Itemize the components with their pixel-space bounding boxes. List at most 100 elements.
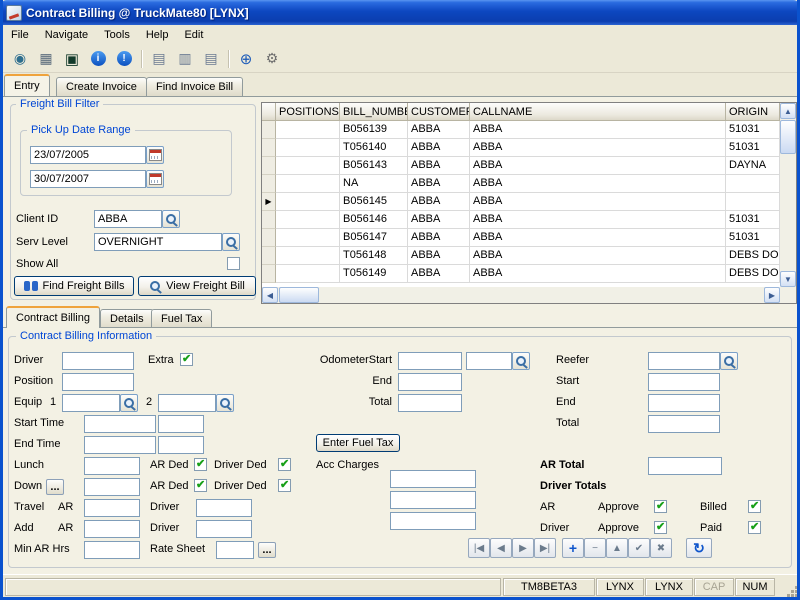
grid-cell[interactable]: ABBA	[470, 229, 726, 247]
grid-cell[interactable]: ABBA	[470, 121, 726, 139]
grid-cell[interactable]: ABBA	[470, 247, 726, 265]
extra-checkbox[interactable]	[180, 353, 193, 366]
grid-cell[interactable]	[276, 121, 340, 139]
row-selector[interactable]	[262, 121, 276, 139]
gear-icon[interactable]: ⚙	[260, 47, 284, 70]
row-selector[interactable]	[262, 139, 276, 157]
odometer-lookup-field[interactable]	[466, 352, 512, 370]
lunch-field[interactable]	[84, 457, 140, 475]
preview-icon[interactable]: ◉	[8, 47, 32, 70]
menu-tools[interactable]: Tools	[96, 26, 138, 44]
grid-cell[interactable]	[276, 265, 340, 283]
grid-cell[interactable]: ABBA	[408, 157, 470, 175]
nav-first-button[interactable]: |◀	[468, 538, 490, 558]
grid-cell[interactable]: T056149	[340, 265, 408, 283]
equip2-field[interactable]	[158, 394, 216, 412]
down-ar-ded-checkbox[interactable]	[194, 479, 207, 492]
lunch-driver-ded-checkbox[interactable]	[278, 458, 291, 471]
lunch-ar-ded-checkbox[interactable]	[194, 458, 207, 471]
enter-fuel-tax-button[interactable]: Enter Fuel Tax	[316, 434, 400, 452]
about-icon[interactable]: !	[112, 47, 136, 70]
table-row[interactable]: NA ABBA ABBA	[262, 175, 780, 193]
row-selector[interactable]	[262, 175, 276, 193]
tab-contract-billing[interactable]: Contract Billing	[6, 306, 100, 328]
row-selector[interactable]	[262, 229, 276, 247]
nav-edit-button[interactable]: ▲	[606, 538, 628, 558]
info-icon[interactable]: i	[86, 47, 110, 70]
row-selector[interactable]	[262, 211, 276, 229]
table-row[interactable]: T056149 ABBA ABBA DEBS DON	[262, 265, 780, 283]
scroll-right-icon[interactable]: ▶	[764, 287, 780, 303]
view-freight-bill-button[interactable]: View Freight Bill	[138, 276, 256, 296]
client-id-field[interactable]: ABBA	[94, 210, 162, 228]
nav-cancel-button[interactable]: ✖	[650, 538, 672, 558]
nav-prior-button[interactable]: ◀	[490, 538, 512, 558]
date-from-calendar-button[interactable]	[146, 146, 164, 164]
grid-cell[interactable]: ABBA	[470, 211, 726, 229]
tab-fuel-tax[interactable]: Fuel Tax	[151, 309, 212, 328]
grid-cell[interactable]: ABBA	[408, 247, 470, 265]
grid-cell[interactable]: ABBA	[408, 175, 470, 193]
grid-cell[interactable]: B056147	[340, 229, 408, 247]
grid-cell[interactable]: 51031	[726, 229, 780, 247]
scroll-down-icon[interactable]: ▼	[780, 271, 796, 287]
travel-ar-field[interactable]	[84, 499, 140, 517]
show-all-checkbox[interactable]	[227, 257, 240, 270]
table-row[interactable]: B056143 ABBA ABBA DAYNA	[262, 157, 780, 175]
equip1-search-button[interactable]	[120, 394, 138, 412]
ar-approve-checkbox[interactable]	[654, 500, 667, 513]
grid-cell[interactable]: T056148	[340, 247, 408, 265]
add-ar-field[interactable]	[84, 520, 140, 538]
equip2-search-button[interactable]	[216, 394, 234, 412]
grid-cell[interactable]: ABBA	[408, 193, 470, 211]
date-from-field[interactable]: 23/07/2005	[30, 146, 146, 164]
vscroll-thumb[interactable]	[780, 120, 796, 154]
zoom-icon[interactable]: ⊕	[234, 47, 258, 70]
grid-header-origin[interactable]: ORIGIN	[726, 103, 780, 121]
table-row[interactable]: B056146 ABBA ABBA 51031	[262, 211, 780, 229]
driver-field[interactable]	[62, 352, 134, 370]
new-document-icon[interactable]: ▤	[147, 47, 171, 70]
grid-header-bill-number[interactable]: BILL_NUMBER	[340, 103, 408, 121]
tab-create-invoice[interactable]: Create Invoice	[56, 77, 147, 96]
row-selector-current[interactable]: ▶	[262, 193, 276, 211]
grid-cell[interactable]: DEBS DON	[726, 265, 780, 283]
grid-cell[interactable]: DEBS DON	[726, 247, 780, 265]
grid-cell[interactable]: ABBA	[470, 193, 726, 211]
scroll-up-icon[interactable]: ▲	[780, 103, 796, 119]
find-freight-bills-button[interactable]: Find Freight Bills	[14, 276, 134, 296]
end-time-field[interactable]	[84, 436, 156, 454]
grid-cell[interactable]: B056145	[340, 193, 408, 211]
grid-cell[interactable]: B056146	[340, 211, 408, 229]
grid-cell[interactable]: DAYNA	[726, 157, 780, 175]
scroll-left-icon[interactable]: ◀	[262, 287, 278, 303]
add-driver-field[interactable]	[196, 520, 252, 538]
nav-insert-button[interactable]: +	[562, 538, 584, 558]
start-time-extra-field[interactable]	[158, 415, 204, 433]
equip1-field[interactable]	[62, 394, 120, 412]
grid-cell[interactable]: 51031	[726, 139, 780, 157]
grid-cell[interactable]: T056140	[340, 139, 408, 157]
serv-level-field[interactable]: OVERNIGHT	[94, 233, 222, 251]
grid-cell[interactable]: 51031	[726, 121, 780, 139]
table-row[interactable]: T056148 ABBA ABBA DEBS DON	[262, 247, 780, 265]
ar-total-field[interactable]	[648, 457, 722, 475]
grid-cell[interactable]	[276, 175, 340, 193]
row-selector[interactable]	[262, 265, 276, 283]
nav-next-button[interactable]: ▶	[512, 538, 534, 558]
min-ar-hrs-field[interactable]	[84, 541, 140, 559]
client-id-search-button[interactable]	[162, 210, 180, 228]
grid-cell[interactable]	[276, 139, 340, 157]
grid-cell[interactable]: ABBA	[408, 211, 470, 229]
grid-cell[interactable]: 51031	[726, 211, 780, 229]
rate-sheet-ellipsis-button[interactable]: ...	[258, 542, 276, 558]
nav-delete-button[interactable]: −	[584, 538, 606, 558]
grid-cell[interactable]	[726, 193, 780, 211]
title-bar[interactable]: Contract Billing @ TruckMate80 [LYNX]	[0, 0, 800, 25]
grid-cell[interactable]: ABBA	[408, 139, 470, 157]
odometer-search-button[interactable]	[512, 352, 530, 370]
date-to-calendar-button[interactable]	[146, 170, 164, 188]
nav-last-button[interactable]: ▶|	[534, 538, 556, 558]
down-driver-ded-checkbox[interactable]	[278, 479, 291, 492]
print-icon[interactable]: ▦	[34, 47, 58, 70]
